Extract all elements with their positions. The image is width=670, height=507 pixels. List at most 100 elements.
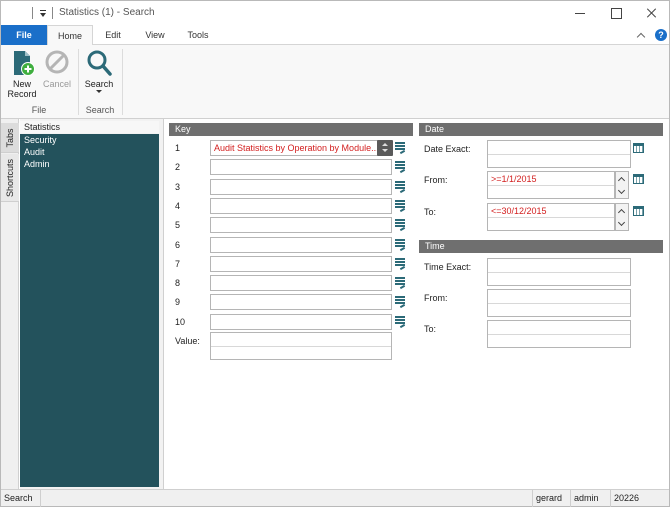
date-exact-label: Date Exact:: [424, 144, 471, 154]
key-input-8[interactable]: [210, 275, 392, 291]
tab-home[interactable]: Home: [47, 25, 93, 46]
cancel-icon: [42, 49, 72, 77]
key-input-7[interactable]: [210, 256, 392, 272]
group-label-search: Search: [85, 105, 115, 115]
key-row-label: 3: [175, 182, 181, 192]
tree-item-admin[interactable]: Admin: [20, 158, 159, 170]
ribbon-panel: New Record Cancel Search File Search: [1, 45, 669, 119]
time-to-label: To:: [424, 324, 437, 334]
cancel-button[interactable]: Cancel: [41, 49, 73, 89]
key-1-picker-icon[interactable]: [395, 142, 406, 155]
key-input-6[interactable]: [210, 237, 392, 253]
time-section-header: Time: [419, 240, 663, 253]
key-section-header: Key: [169, 123, 413, 136]
key-row-label: 5: [175, 220, 181, 230]
time-to-input[interactable]: [487, 320, 631, 348]
search-label: Search: [84, 79, 114, 89]
cancel-label: Cancel: [42, 79, 71, 89]
value-label: Value:: [175, 336, 200, 346]
time-from-input[interactable]: [487, 289, 631, 317]
key-10-picker-icon[interactable]: [395, 316, 406, 329]
tab-tools[interactable]: Tools: [181, 25, 215, 45]
key-3-picker-icon[interactable]: [395, 181, 406, 194]
key-4-picker-icon[interactable]: [395, 200, 406, 213]
search-dropdown-icon[interactable]: [96, 90, 102, 93]
search-icon: [84, 49, 114, 77]
key-input-3[interactable]: [210, 179, 392, 195]
tree-list: Security Audit Admin: [20, 134, 159, 487]
key-input-2[interactable]: [210, 159, 392, 175]
tab-edit[interactable]: Edit: [97, 25, 129, 45]
tree-item-audit[interactable]: Audit: [20, 146, 159, 158]
tree-root-statistics[interactable]: Statistics: [20, 121, 159, 133]
date-from-calendar-icon[interactable]: [633, 174, 644, 184]
key-row-label: 7: [175, 259, 181, 269]
search-button[interactable]: Search: [81, 49, 117, 93]
date-from-input[interactable]: >=1/1/2015: [487, 171, 615, 199]
side-tab-shortcuts[interactable]: Shortcuts: [1, 154, 19, 202]
time-from-label: From:: [424, 293, 448, 303]
date-from-value: >=1/1/2015: [491, 174, 537, 184]
key-input-5[interactable]: [210, 217, 392, 233]
key-row-label: 4: [175, 201, 181, 211]
navigation-tree-panel: Statistics Security Audit Admin: [20, 119, 164, 489]
key-1-spinner[interactable]: [377, 140, 393, 156]
status-user: gerard: [533, 490, 571, 507]
minimize-button[interactable]: [562, 1, 598, 25]
tree-item-security[interactable]: Security: [20, 134, 159, 146]
key-row-label: 10: [175, 317, 186, 327]
help-icon[interactable]: ?: [655, 29, 667, 41]
value-input[interactable]: [210, 332, 392, 360]
side-tab-strip: Tabs Shortcuts: [1, 119, 19, 489]
key-row-label: 9: [175, 297, 181, 307]
collapse-ribbon-icon[interactable]: [637, 30, 647, 40]
side-tab-tabs[interactable]: Tabs: [1, 123, 19, 153]
tab-file[interactable]: File: [1, 25, 47, 45]
key-5-picker-icon[interactable]: [395, 219, 406, 232]
ribbon-tab-bar: File Home Edit View Tools ?: [1, 25, 669, 46]
qat-separator: [52, 7, 53, 19]
key-row-label: 1: [175, 143, 181, 153]
group-label-file: File: [31, 105, 47, 115]
date-to-calendar-icon[interactable]: [633, 206, 644, 216]
new-record-button[interactable]: New Record: [3, 49, 41, 99]
tab-view[interactable]: View: [139, 25, 171, 45]
new-record-icon: [7, 49, 37, 77]
new-record-label: New Record: [7, 79, 37, 99]
maximize-button[interactable]: [598, 1, 634, 25]
date-exact-input[interactable]: [487, 140, 631, 168]
key-input-4[interactable]: [210, 198, 392, 214]
group-separator: [122, 49, 123, 115]
date-to-spinner[interactable]: [615, 203, 629, 231]
status-role: admin: [571, 490, 611, 507]
key-input-10[interactable]: [210, 314, 392, 330]
status-bar: Search gerard admin 20226: [1, 489, 669, 507]
key-9-picker-icon[interactable]: [395, 296, 406, 309]
application-window: Statistics (1) - Search File Home Edit V…: [0, 0, 670, 507]
key-6-picker-icon[interactable]: [395, 239, 406, 252]
key-7-picker-icon[interactable]: [395, 258, 406, 271]
qat-separator: [32, 7, 33, 19]
date-to-input[interactable]: <=30/12/2015: [487, 203, 615, 231]
status-code: 20226: [614, 493, 640, 503]
search-form: Key 1 Audit Statistics by Operation by M…: [165, 119, 669, 489]
close-button[interactable]: [634, 1, 670, 25]
time-exact-label: Time Exact:: [424, 262, 472, 272]
key-input-9[interactable]: [210, 294, 392, 310]
key-2-picker-icon[interactable]: [395, 161, 406, 174]
key-input-1[interactable]: Audit Statistics by Operation by Module.…: [210, 140, 378, 156]
key-8-picker-icon[interactable]: [395, 277, 406, 290]
time-exact-input[interactable]: [487, 258, 631, 286]
date-section-header: Date: [419, 123, 663, 136]
date-from-label: From:: [424, 175, 448, 185]
status-spacer: [41, 490, 533, 507]
key-row-label: 8: [175, 278, 181, 288]
quick-access-dropdown-icon[interactable]: [38, 6, 48, 20]
window-title: Statistics (1) - Search: [59, 7, 155, 18]
date-exact-calendar-icon[interactable]: [633, 143, 644, 153]
date-to-label: To:: [424, 207, 437, 217]
status-mode: Search: [1, 490, 41, 507]
date-from-spinner[interactable]: [615, 171, 629, 199]
date-to-value: <=30/12/2015: [491, 206, 547, 216]
side-tab-shortcuts-label: Shortcuts: [5, 158, 15, 197]
